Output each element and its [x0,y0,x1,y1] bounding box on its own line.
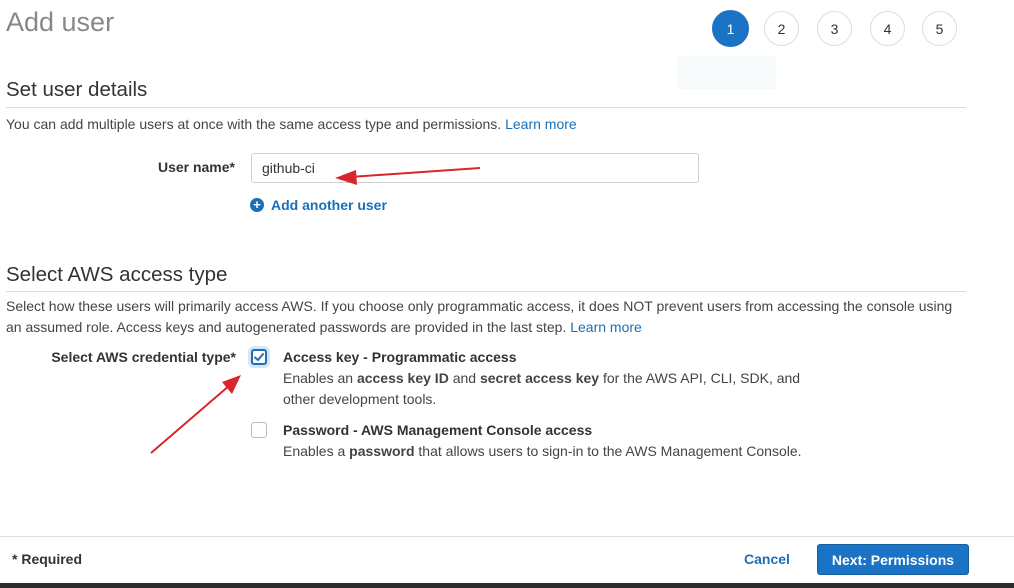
taskbar-edge [0,583,1014,588]
annotation-arrows [150,167,481,454]
arrow-to-user-name [335,167,481,185]
arrow-to-access-key [150,375,241,454]
footer-divider [0,536,1014,537]
cancel-button[interactable]: Cancel [744,551,790,567]
required-note: * Required [12,551,83,567]
next-permissions-button[interactable]: Next: Permissions [817,544,969,575]
